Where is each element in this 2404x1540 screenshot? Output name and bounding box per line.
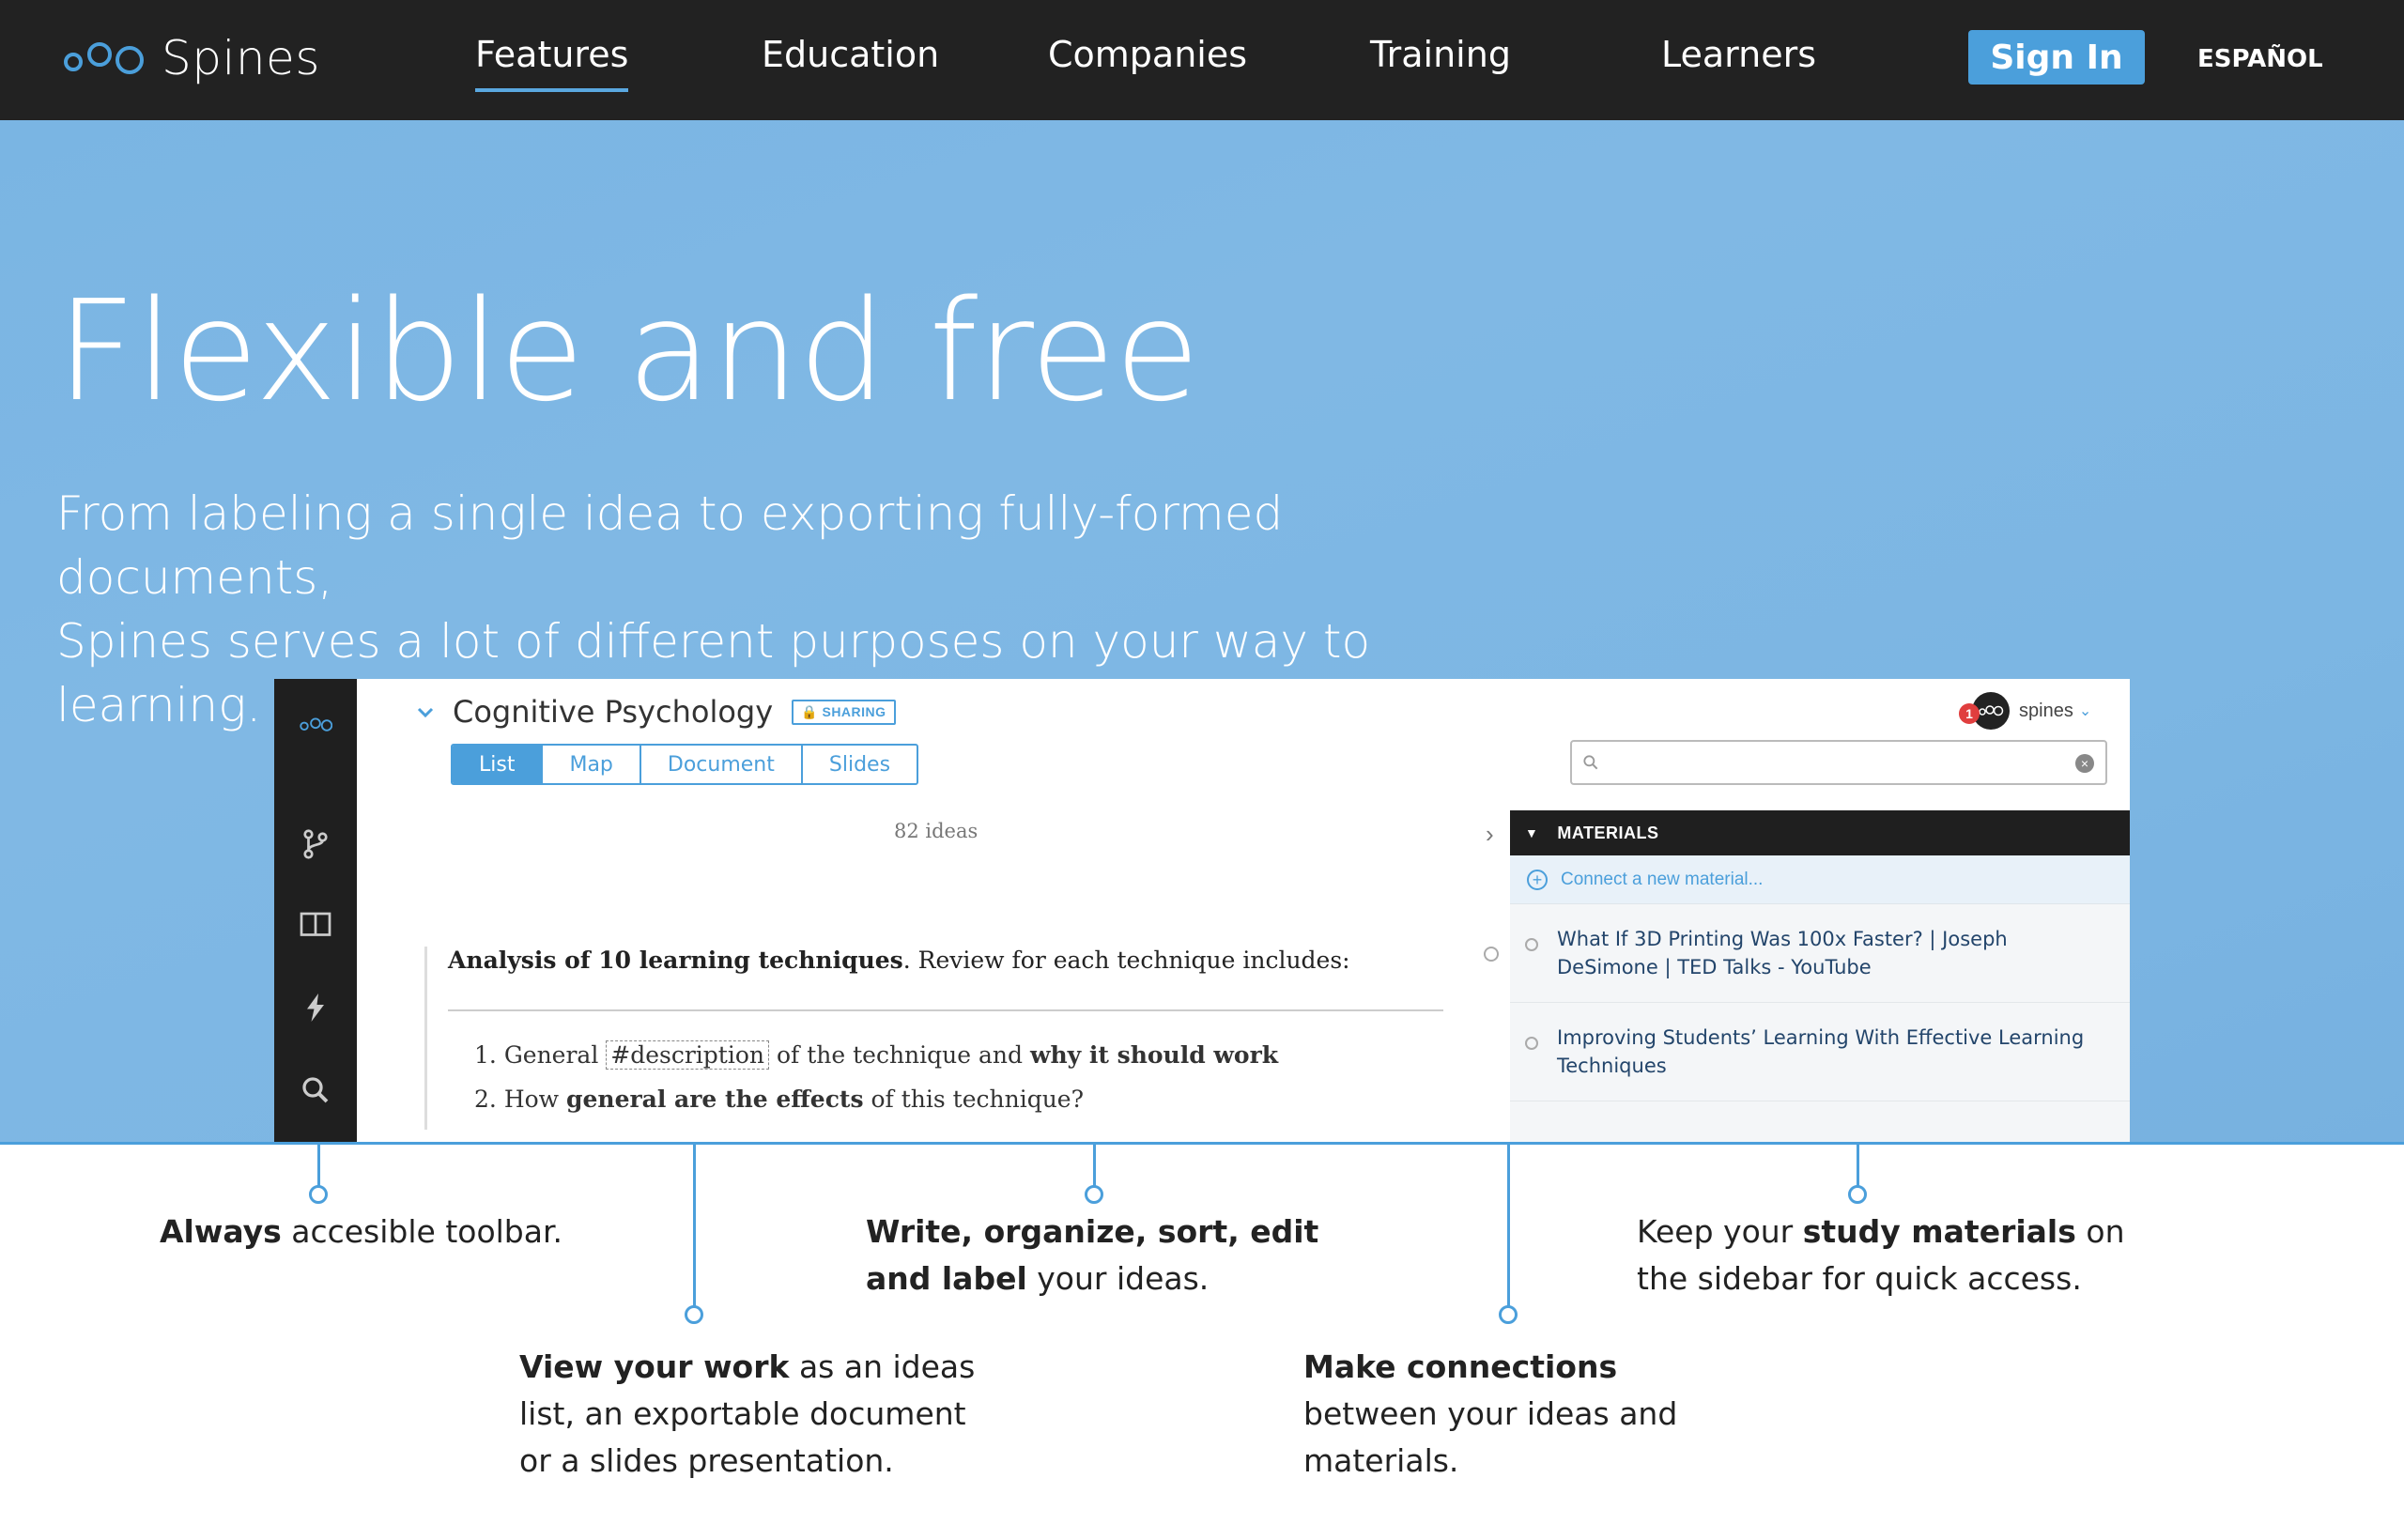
callout-text: accesible toolbar. — [281, 1213, 563, 1250]
app-screenshot: Cognitive Psychology 🔒 SHARING List Map … — [274, 679, 2130, 1144]
list-number: 2. — [474, 1086, 497, 1113]
document-header: Cognitive Psychology 🔒 SHARING — [415, 694, 896, 730]
callout-connector — [1507, 1144, 1510, 1307]
callout-connector — [693, 1144, 696, 1307]
user-menu[interactable]: 1 spines ⌄ — [1959, 692, 2091, 730]
spines-avatar-icon — [1979, 705, 2004, 716]
tab-document[interactable]: Document — [641, 746, 803, 783]
material-item[interactable]: Improving Students’ Learning With Effect… — [1510, 1003, 2130, 1101]
nav-link-education[interactable]: Education — [762, 34, 939, 75]
callout-dot — [685, 1305, 703, 1324]
branch-icon[interactable] — [274, 827, 357, 861]
spines-logo-icon — [64, 42, 144, 74]
idea-list: 1. General #description of the technique… — [448, 1040, 1439, 1113]
tab-list[interactable]: List — [453, 746, 544, 783]
idea-intro: Analysis of 10 learning techniques. Revi… — [448, 947, 1439, 974]
list-text-bold: general are the effects — [566, 1086, 864, 1113]
callout-text: Keep your — [1637, 1213, 1803, 1250]
hero-title: Flexible and free — [56, 270, 1200, 432]
list-item: 1. General #description of the technique… — [448, 1040, 1439, 1070]
tab-map[interactable]: Map — [543, 746, 641, 783]
callout-dot — [309, 1185, 328, 1204]
clear-search-icon[interactable]: × — [2075, 754, 2094, 773]
list-text: of this technique? — [863, 1086, 1085, 1113]
callout-text: between your ideas and materials. — [1303, 1395, 1678, 1479]
materials-header-label: MATERIALS — [1557, 823, 1659, 842]
callout-views: View your work as an ideas list, an expo… — [519, 1344, 989, 1485]
list-text: How — [503, 1086, 567, 1113]
app-logo-icon[interactable] — [274, 707, 357, 741]
nav-link-learners[interactable]: Learners — [1661, 34, 1816, 75]
callout-text: your ideas. — [1026, 1260, 1210, 1297]
brand-logo[interactable]: Spines — [62, 28, 320, 88]
sharing-badge-label: SHARING — [822, 703, 886, 719]
list-text: General — [503, 1041, 607, 1069]
search-input[interactable]: × — [1570, 740, 2107, 785]
callout-connector — [1093, 1144, 1096, 1187]
connect-material-label: Connect a new material... — [1561, 869, 1764, 889]
brand-name: Spines — [162, 31, 320, 85]
list-item: 2. How general are the effects of this t… — [448, 1086, 1439, 1113]
view-mode-tabs: List Map Document Slides — [451, 744, 919, 785]
app-toolbar — [274, 679, 357, 1144]
tab-slides[interactable]: Slides — [803, 746, 917, 783]
callout-toolbar: Always accesible toolbar. — [160, 1209, 592, 1255]
ideas-count: 82 ideas — [894, 820, 979, 842]
callout-baseline — [0, 1142, 2404, 1145]
idea-card[interactable]: Analysis of 10 learning techniques. Revi… — [424, 947, 1443, 1130]
plus-circle-icon: + — [1527, 869, 1548, 890]
material-title: What If 3D Printing Was 100x Faster? | J… — [1557, 928, 2008, 978]
list-text-bold: why it should work — [1029, 1041, 1279, 1069]
user-name[interactable]: spines — [2019, 701, 2073, 722]
callout-bold: View your work — [519, 1348, 790, 1385]
hashtag-label[interactable]: #description — [606, 1040, 770, 1070]
callout-dot — [1499, 1305, 1518, 1324]
search-icon[interactable] — [274, 1073, 357, 1107]
lightning-icon[interactable] — [274, 991, 357, 1024]
materials-header[interactable]: ▼ MATERIALS — [1510, 810, 2130, 855]
notification-badge[interactable]: 1 — [1959, 703, 1980, 724]
search-icon — [1583, 755, 1598, 770]
triangle-down-icon: ▼ — [1525, 825, 1539, 840]
connection-handle-icon[interactable] — [1525, 938, 1538, 951]
chevron-down-icon[interactable]: ⌄ — [2079, 701, 2091, 720]
callout-materials: Keep your study materials on the sidebar… — [1637, 1209, 2125, 1302]
divider — [448, 1009, 1443, 1011]
avatar[interactable]: 1 — [1959, 692, 2010, 730]
callout-connector — [317, 1144, 320, 1187]
material-title: Improving Students’ Learning With Effect… — [1557, 1026, 2085, 1077]
top-navbar: Spines Features Education Companies Trai… — [0, 0, 2404, 120]
book-icon[interactable] — [274, 908, 357, 942]
callout-dot — [1848, 1185, 1867, 1204]
nav-link-training[interactable]: Training — [1370, 34, 1511, 75]
material-item[interactable]: What If 3D Printing Was 100x Faster? | J… — [1510, 904, 2130, 1003]
document-title[interactable]: Cognitive Psychology — [453, 694, 773, 730]
callout-bold: study materials — [1802, 1213, 2076, 1250]
connection-handle-icon[interactable] — [1484, 947, 1499, 962]
callout-bold: Always — [160, 1213, 282, 1250]
callout-editing: Write, organize, sort, edit and label yo… — [866, 1209, 1335, 1302]
callout-dot — [1085, 1185, 1103, 1204]
language-switch-link[interactable]: ESPAÑOL — [2197, 45, 2323, 73]
connect-material-button[interactable]: + Connect a new material... — [1510, 855, 2130, 904]
materials-sidebar: ▼ MATERIALS + Connect a new material... … — [1510, 810, 2130, 1144]
list-number: 1. — [474, 1041, 497, 1069]
connection-handle-icon[interactable] — [1525, 1037, 1538, 1050]
hero-subtitle-line-1: From labeling a single idea to exporting… — [56, 486, 1284, 605]
idea-intro-bold: Analysis of 10 learning techniques — [448, 947, 903, 974]
sign-in-button[interactable]: Sign In — [1968, 30, 2145, 85]
chevron-down-icon[interactable] — [415, 701, 436, 722]
callout-bold: Make connections — [1303, 1348, 1618, 1385]
chevron-right-icon[interactable]: › — [1486, 820, 1494, 849]
list-text: of the technique and — [769, 1041, 1030, 1069]
nav-link-companies[interactable]: Companies — [1048, 34, 1247, 75]
nav-link-features[interactable]: Features — [475, 34, 629, 92]
callout-connector — [1857, 1144, 1859, 1187]
idea-intro-rest: . Review for each technique includes: — [902, 947, 1350, 974]
callout-connections: Make connections between your ideas and … — [1303, 1344, 1735, 1485]
sharing-badge[interactable]: 🔒 SHARING — [792, 699, 896, 725]
